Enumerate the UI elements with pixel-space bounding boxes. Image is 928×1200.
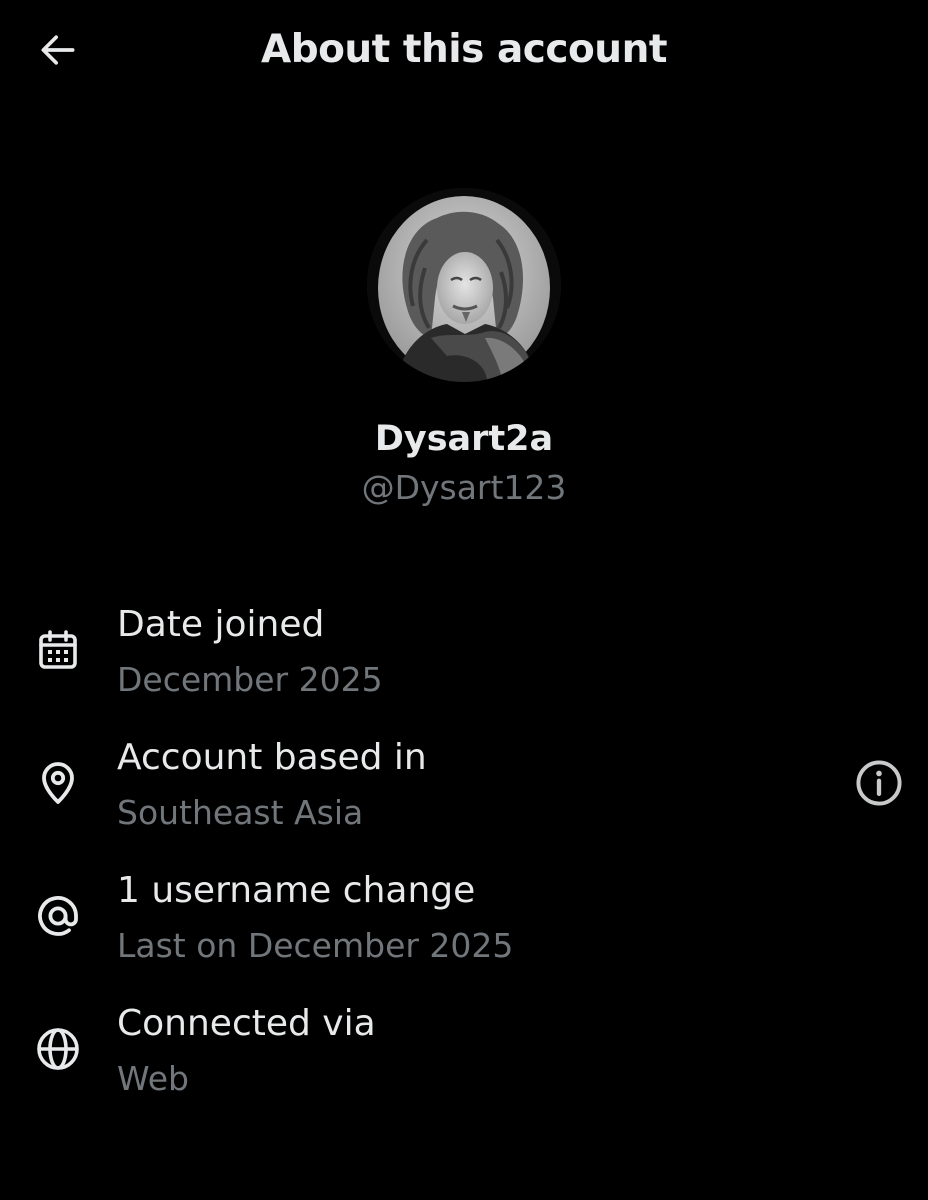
username-change-label: 1 username change <box>117 870 476 911</box>
at-sign-icon <box>38 896 78 936</box>
account-based-in-label: Account based in <box>117 737 427 778</box>
date-joined-label: Date joined <box>117 604 325 645</box>
username-change-row: 1 username change Last on December 2025 <box>0 864 928 984</box>
date-joined-value: December 2025 <box>117 660 383 699</box>
account-based-in-value: Southeast Asia <box>117 793 364 832</box>
display-name: Dysart2a <box>374 419 554 459</box>
page-title: About this account <box>261 27 667 72</box>
info-icon[interactable] <box>853 757 905 809</box>
account-based-in-row: Account based in Southeast Asia <box>0 731 928 851</box>
connected-via-label: Connected via <box>117 1003 376 1044</box>
date-joined-row: Date joined December 2025 <box>0 598 928 718</box>
username-change-value: Last on December 2025 <box>117 926 514 965</box>
portrait-avatar <box>367 188 561 382</box>
avatar[interactable] <box>367 188 561 382</box>
connected-via-row: Connected via Web <box>0 997 928 1117</box>
location-pin-icon <box>42 762 74 804</box>
connected-via-value: Web <box>117 1059 189 1098</box>
username-handle: @Dysart123 <box>361 468 567 507</box>
globe-icon <box>37 1028 79 1070</box>
calendar-icon <box>39 630 77 669</box>
header-bar: About this account <box>0 0 928 100</box>
